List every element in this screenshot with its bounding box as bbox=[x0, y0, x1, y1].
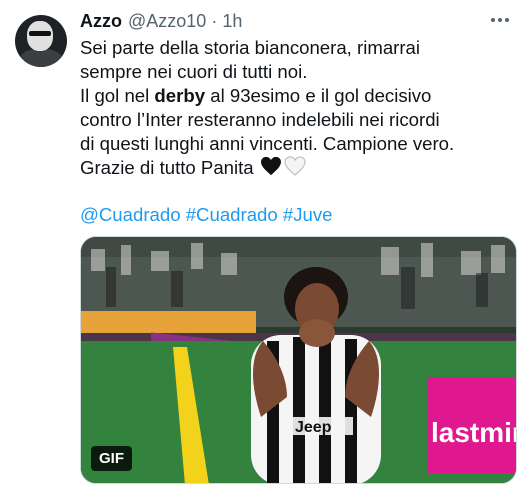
avatar-glasses bbox=[29, 31, 51, 36]
author-name[interactable]: Azzo bbox=[80, 11, 122, 32]
more-options-button[interactable] bbox=[486, 6, 514, 34]
timestamp[interactable]: 1h bbox=[222, 11, 242, 32]
gif-media[interactable]: lastmin Jeep GIF bbox=[80, 236, 517, 484]
tweet-line-3: Il gol nel derby al 93esimo e il gol dec… bbox=[80, 84, 520, 108]
hashtags: @Cuadrado #Cuadrado #Juve bbox=[80, 203, 333, 227]
gif-badge: GIF bbox=[91, 446, 132, 471]
svg-text:Jeep: Jeep bbox=[295, 419, 332, 436]
white-heart-icon bbox=[284, 156, 306, 176]
tweet-line-2: sempre nei cuori di tutti noi. bbox=[80, 61, 308, 82]
gif-frame: lastmin Jeep bbox=[81, 237, 517, 483]
avatar-body bbox=[19, 49, 63, 67]
tweet-text: Sei parte della storia bianconera, rimar… bbox=[80, 36, 520, 180]
tweet-line-1: Sei parte della storia bianconera, rimar… bbox=[80, 37, 421, 58]
tweet-header: Azzo @Azzo10 · 1h bbox=[80, 11, 242, 35]
tweet-text-segment: al 93esimo e il gol decisivo bbox=[205, 85, 432, 106]
more-icon bbox=[491, 18, 495, 22]
hashtag-cuadrado[interactable]: #Cuadrado bbox=[186, 204, 278, 225]
separator: · bbox=[211, 11, 218, 31]
tweet-text-segment: Grazie di tutto Panita bbox=[80, 157, 254, 178]
bold-word: derby bbox=[154, 85, 206, 106]
tweet-line-6: Grazie di tutto Panita bbox=[80, 156, 520, 180]
author-handle[interactable]: @Azzo10 bbox=[128, 11, 206, 32]
avatar-face bbox=[27, 21, 53, 51]
black-heart-icon bbox=[260, 156, 281, 176]
tweet-line-5: di questi lunghi anni vincenti. Campione… bbox=[80, 133, 455, 154]
tweet-line-4: contro l’Inter resteranno indelebili nei… bbox=[80, 109, 440, 130]
hashtag-juve[interactable]: #Juve bbox=[283, 204, 333, 225]
tweet-text-segment: Il gol nel bbox=[80, 85, 155, 106]
tweet-card[interactable]: Azzo @Azzo10 · 1h Sei parte della storia… bbox=[0, 0, 528, 487]
banner-text: lastmin bbox=[431, 417, 517, 448]
mention-cuadrado[interactable]: @Cuadrado bbox=[80, 204, 181, 225]
avatar[interactable] bbox=[15, 15, 67, 67]
